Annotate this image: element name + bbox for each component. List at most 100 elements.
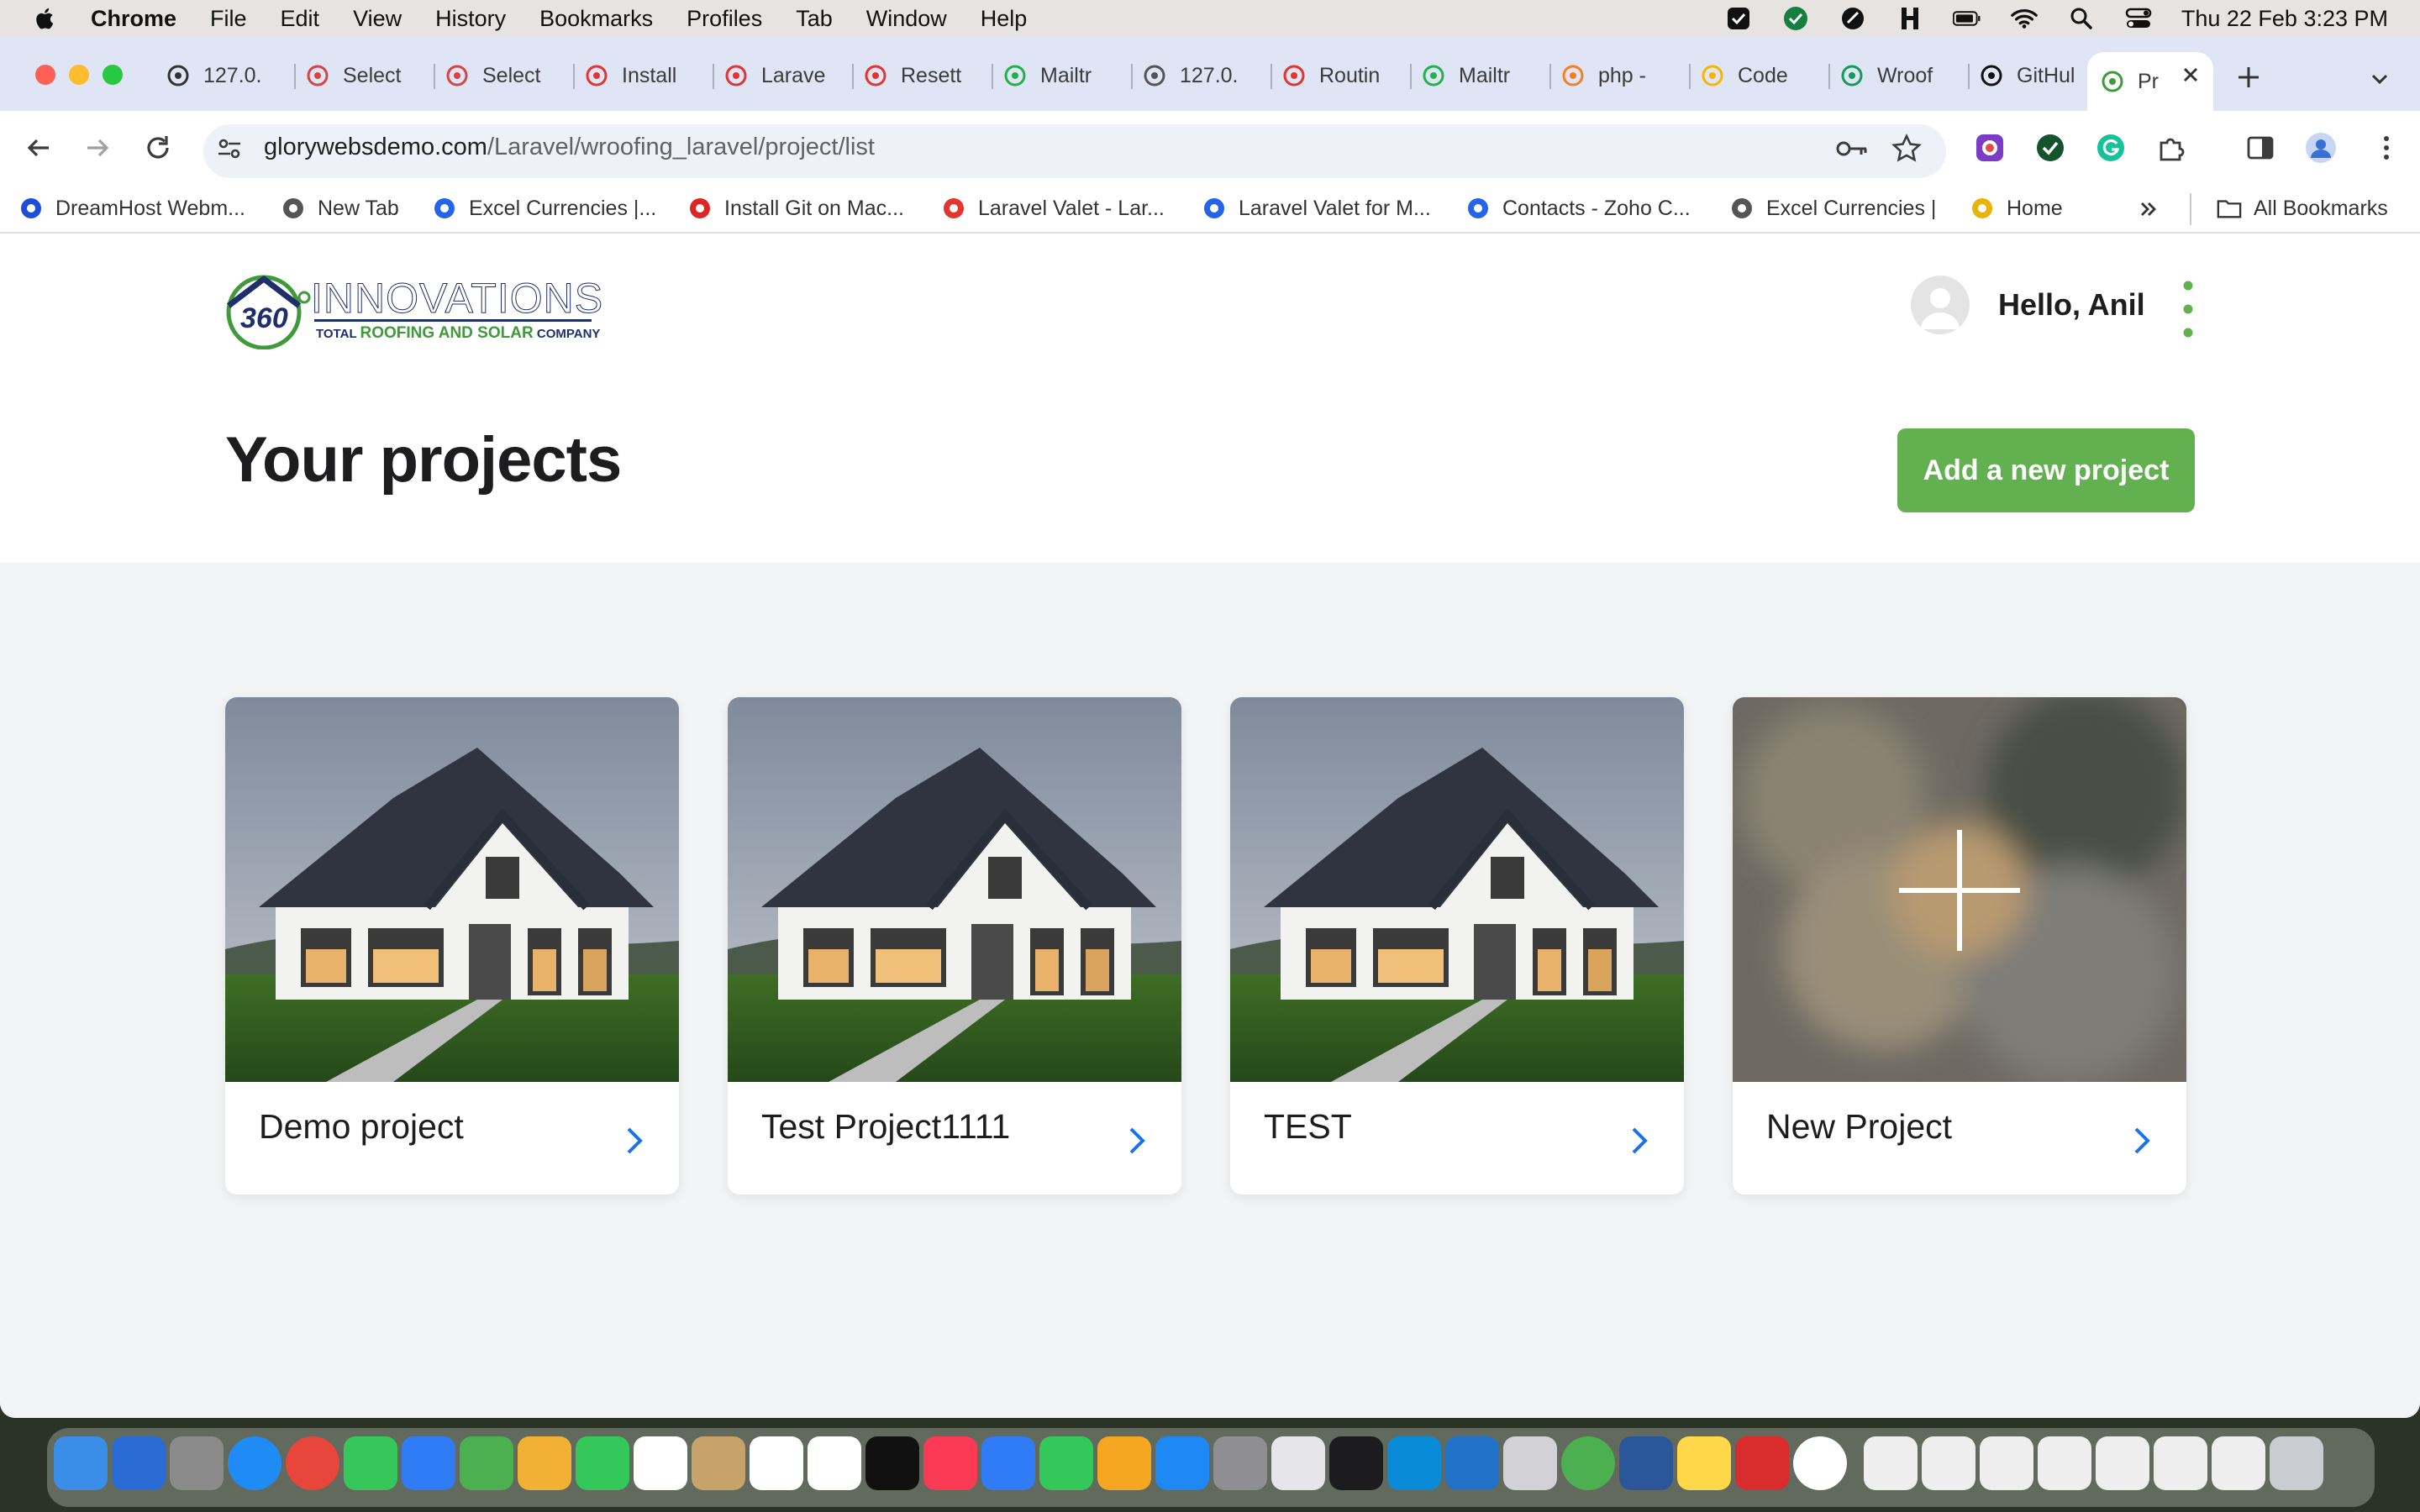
profile-avatar-icon[interactable]	[2304, 131, 2338, 165]
menu-view[interactable]: View	[353, 6, 402, 32]
tab-search-button[interactable]	[2365, 64, 2398, 97]
spotlight-search-icon[interactable]	[2067, 4, 2096, 33]
user-menu-button[interactable]	[2178, 276, 2198, 343]
tab-3[interactable]: Select	[435, 52, 575, 99]
grammarly-status-icon[interactable]	[1781, 4, 1810, 33]
calendar-icon[interactable]	[634, 1436, 687, 1490]
launchpad-icon[interactable]	[170, 1436, 224, 1490]
numbers-icon[interactable]	[1039, 1436, 1093, 1490]
bookmark-item[interactable]: DreamHost Webm...	[18, 192, 245, 225]
tab-2[interactable]: Select	[296, 52, 435, 99]
forward-arrow-icon[interactable]	[81, 131, 114, 165]
menu-app-name[interactable]: Chrome	[91, 6, 176, 32]
site-info-icon[interactable]	[215, 134, 244, 163]
back-arrow-icon[interactable]	[22, 131, 55, 165]
notes-icon[interactable]	[1677, 1436, 1731, 1490]
bookmark-item[interactable]: Laravel Valet for M...	[1202, 192, 1431, 225]
freeform-icon[interactable]	[808, 1436, 861, 1490]
focus-app-icon[interactable]	[1839, 4, 1867, 33]
checkbox-app-icon[interactable]	[1724, 4, 1753, 33]
bookmark-item[interactable]: Home	[1970, 192, 2063, 225]
chrome-icon[interactable]	[286, 1436, 339, 1490]
finder-icon[interactable]	[54, 1436, 108, 1490]
menubar-clock[interactable]: Thu 22 Feb 3:23 PM	[2181, 6, 2388, 32]
extensions-puzzle-icon[interactable]	[2156, 133, 2186, 163]
safari-icon[interactable]	[228, 1436, 281, 1490]
chevron-right-icon[interactable]	[1119, 1124, 1153, 1158]
screenshot-icon[interactable]	[2038, 1436, 2091, 1490]
facetime-icon[interactable]	[576, 1436, 629, 1490]
close-tab-icon[interactable]	[2180, 64, 2202, 86]
menu-bookmarks[interactable]: Bookmarks	[539, 6, 653, 32]
help-icon[interactable]	[1271, 1436, 1325, 1490]
menu-edit[interactable]: Edit	[281, 6, 320, 32]
pages-icon[interactable]	[1097, 1436, 1151, 1490]
skype-icon[interactable]	[1387, 1436, 1441, 1490]
project-card[interactable]: New Project	[1733, 697, 2186, 1194]
checker-extension-icon[interactable]	[2035, 133, 2065, 163]
add-project-button[interactable]: Add a new project	[1897, 428, 2195, 512]
music-icon[interactable]	[923, 1436, 977, 1490]
word-icon[interactable]	[1619, 1436, 1673, 1490]
app-store-icon[interactable]	[1155, 1436, 1209, 1490]
bookmark-item[interactable]: Excel Currencies |	[1729, 192, 1936, 225]
tab-13[interactable]: Wroof	[1830, 52, 1970, 99]
new-tab-button[interactable]	[2232, 60, 2265, 94]
chevron-double-right-icon[interactable]	[2136, 197, 2161, 222]
tab-4[interactable]: Install	[575, 52, 714, 99]
tab-1[interactable]: 127.0.	[156, 52, 296, 99]
chevron-right-icon[interactable]	[2124, 1124, 2158, 1158]
menu-tab[interactable]: Tab	[796, 6, 833, 32]
bookmark-item[interactable]: New Tab	[281, 192, 399, 225]
bookmark-star-icon[interactable]	[1891, 133, 1923, 165]
site-logo[interactable]: 360 INNOVATIONS TOTAL ROOFING AND SOLAR …	[224, 269, 603, 349]
keynote-icon[interactable]	[981, 1436, 1035, 1490]
tab-10[interactable]: Mailtr	[1412, 52, 1551, 99]
tab-6[interactable]: Resett	[854, 52, 993, 99]
screenshot-icon[interactable]	[2154, 1436, 2207, 1490]
tab-8[interactable]: 127.0.	[1133, 52, 1272, 99]
chevron-right-icon[interactable]	[1622, 1124, 1655, 1158]
chevron-right-icon[interactable]	[617, 1124, 650, 1158]
tab-9[interactable]: Routin	[1272, 52, 1412, 99]
h-app-icon[interactable]	[1896, 4, 1924, 33]
user-greeting[interactable]: Hello, Anil	[1998, 287, 2145, 323]
wifi-icon[interactable]	[2010, 4, 2039, 33]
bookmark-item[interactable]: Contacts - Zoho C...	[1465, 192, 1691, 225]
screenshot-icon[interactable]	[1922, 1436, 1975, 1490]
tab-11[interactable]: php -	[1551, 52, 1691, 99]
address-url[interactable]: glorywebsdemo.com/Laravel/wroofing_larav…	[264, 127, 875, 167]
tab-7[interactable]: Mailtr	[993, 52, 1133, 99]
contacts-icon[interactable]	[692, 1436, 745, 1490]
messages-icon[interactable]	[344, 1436, 397, 1490]
terminal-icon[interactable]	[1329, 1436, 1383, 1490]
system-settings-icon[interactable]	[1213, 1436, 1267, 1490]
vscode-icon[interactable]	[1445, 1436, 1499, 1490]
more-vertical-icon[interactable]	[2371, 133, 2402, 163]
grammarly-extension-icon[interactable]	[2096, 133, 2126, 163]
menu-history[interactable]: History	[435, 6, 506, 32]
menu-window[interactable]: Window	[866, 6, 947, 32]
maximize-window-button[interactable]	[103, 65, 123, 85]
reload-icon[interactable]	[141, 131, 175, 165]
screenshot-icon[interactable]	[2212, 1436, 2265, 1490]
screenshot-icon[interactable]	[1980, 1436, 2033, 1490]
control-center-icon[interactable]	[2124, 4, 2153, 33]
tab-5[interactable]: Larave	[714, 52, 854, 99]
close-window-button[interactable]	[35, 65, 55, 85]
tab-12[interactable]: Code	[1691, 52, 1830, 99]
all-bookmarks-button[interactable]: All Bookmarks	[2217, 192, 2388, 225]
trash-icon[interactable]	[2270, 1436, 2323, 1490]
avatar[interactable]	[1911, 276, 1970, 334]
bookmark-item[interactable]: Excel Currencies |...	[432, 192, 656, 225]
apple-tv-icon[interactable]	[865, 1436, 919, 1490]
maps-icon[interactable]	[460, 1436, 513, 1490]
ticktick-icon[interactable]	[1561, 1436, 1615, 1490]
calculator-icon[interactable]	[1503, 1436, 1557, 1490]
reminders-icon[interactable]	[750, 1436, 803, 1490]
project-card[interactable]: Test Project1111	[728, 697, 1181, 1194]
menu-help[interactable]: Help	[981, 6, 1028, 32]
project-card[interactable]: Demo project	[225, 697, 679, 1194]
battery-icon[interactable]	[1952, 4, 1981, 33]
screenshot-icon[interactable]	[2096, 1436, 2149, 1490]
